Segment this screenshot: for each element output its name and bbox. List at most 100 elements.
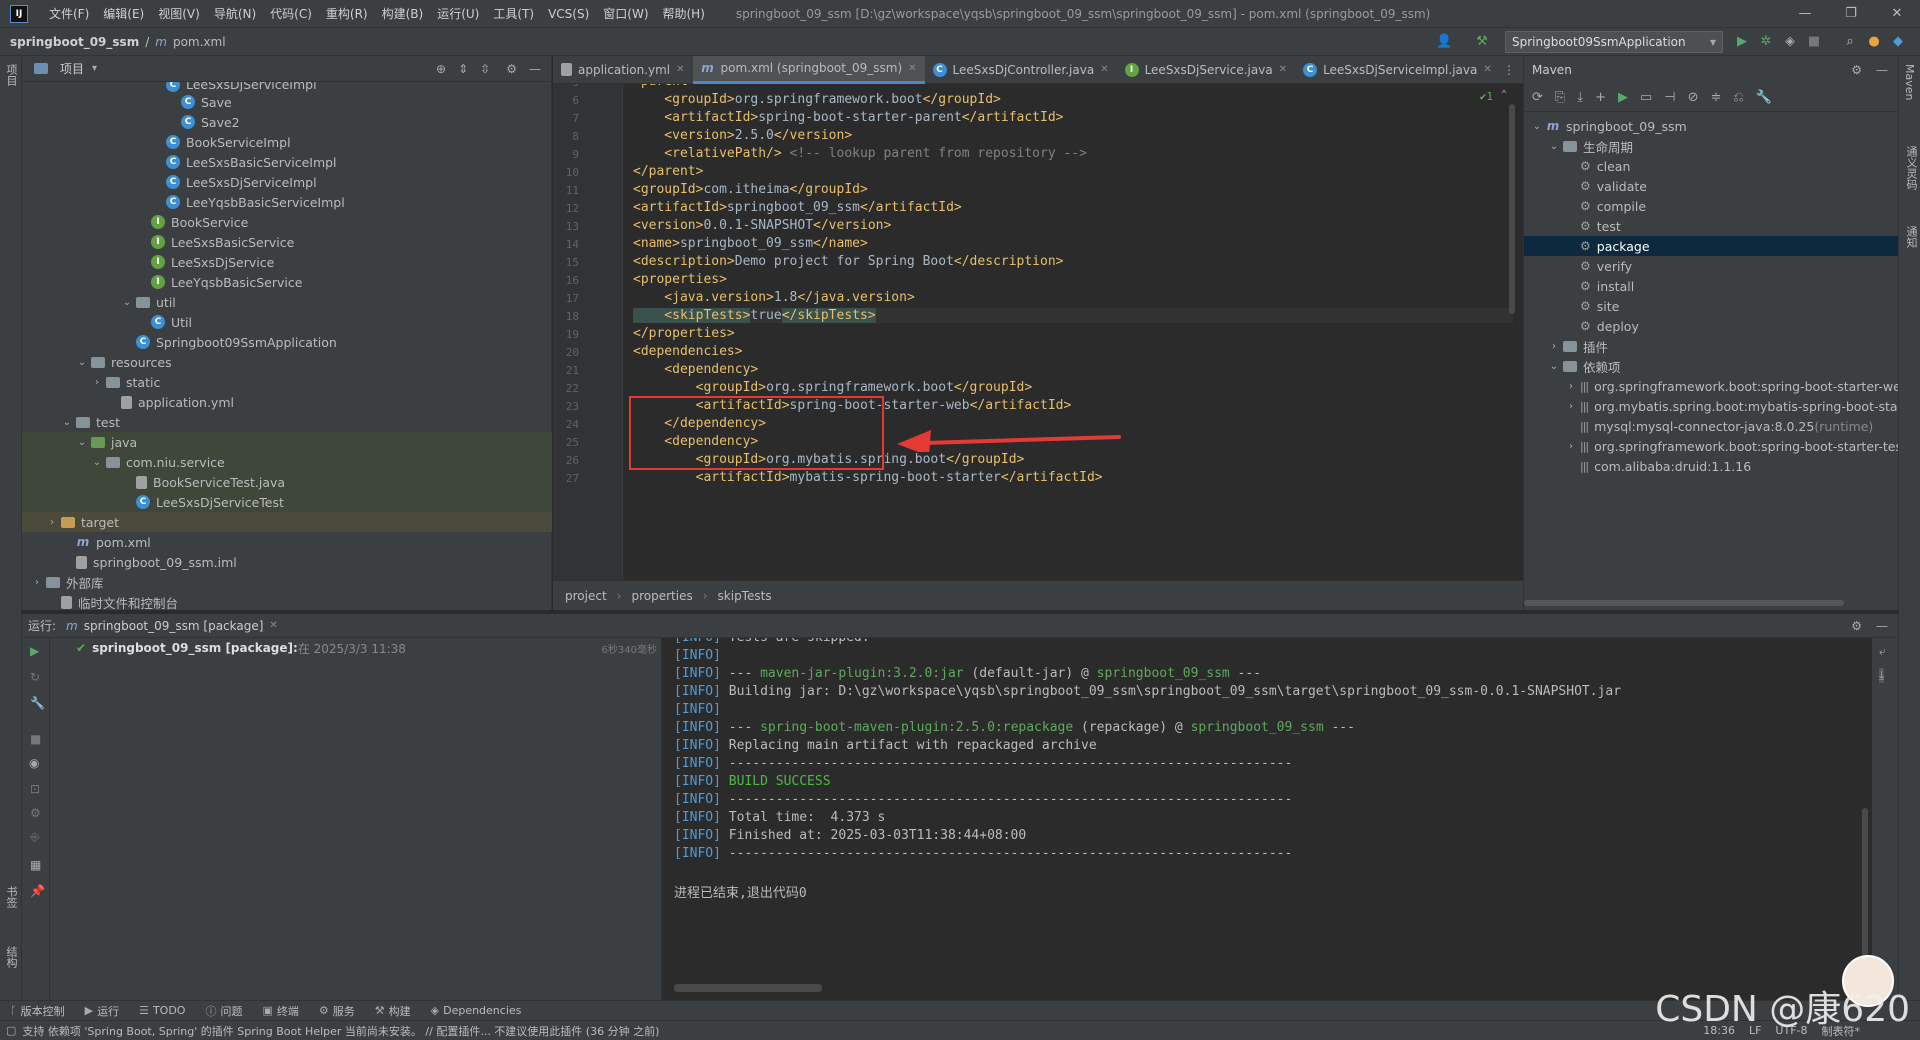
code-line[interactable]: <groupId>com.itheima</groupId>	[633, 182, 868, 197]
project-tree-item[interactable]: › static	[22, 372, 552, 392]
editor-tab[interactable]: C LeeSxsDjController.java ✕	[925, 56, 1117, 84]
close-tab-icon[interactable]: ✕	[908, 63, 916, 74]
stop-icon[interactable]: ■	[1806, 34, 1822, 50]
maven-tool-button[interactable]: Maven	[1903, 64, 1916, 100]
breadcrumb-item[interactable]: properties	[631, 589, 692, 603]
chevron-right-icon[interactable]: ›	[1564, 381, 1578, 392]
wrench-icon[interactable]: 🔧	[1756, 90, 1772, 105]
skip-tests-icon[interactable]: ⊣	[1664, 90, 1675, 105]
close-tab-icon[interactable]: ✕	[1279, 64, 1287, 75]
chevron-down-icon[interactable]: ⌄	[120, 297, 134, 308]
layout-icon[interactable]: ▦	[30, 858, 41, 872]
restore-icon[interactable]: ❐	[1828, 6, 1874, 21]
maven-tree-item[interactable]: ⚙ verify	[1524, 256, 1898, 276]
maven-tree-item[interactable]: ⚙ compile	[1524, 196, 1898, 216]
gear-icon[interactable]: ⚙	[506, 62, 517, 76]
project-panel-title[interactable]: 项目	[60, 60, 84, 77]
close-icon[interactable]: ✕	[269, 620, 277, 631]
project-tree-item[interactable]: springboot_09_ssm.iml	[22, 552, 552, 572]
hide-panel-icon[interactable]: —	[529, 62, 541, 76]
code-editor[interactable]: 5 6 7 8 9 10 11 12 13 14 15 16 17 18 19 20 21 22 23 24 25 26 2…	[553, 84, 1523, 580]
project-tree-item[interactable]: ⌄ util	[22, 292, 552, 312]
project-tree-item[interactable]: application.yml	[22, 392, 552, 412]
code-line[interactable]: <version>0.0.1-SNAPSHOT</version>	[633, 218, 891, 233]
run-configuration-select[interactable]: Springboot09SsmApplication ▾	[1505, 31, 1723, 53]
code-line[interactable]: <relativePath/> <!-- lookup parent from …	[633, 146, 1087, 161]
project-tree-item[interactable]: I LeeSxsBasicService	[22, 232, 552, 252]
camera-icon[interactable]: ⊡	[30, 782, 40, 796]
bottom-tab[interactable]: ⚒ 构建	[365, 1003, 421, 1019]
minimize-icon[interactable]: —	[1782, 6, 1828, 21]
ai-assistant-tool-button[interactable]: 通义灵码	[1903, 146, 1919, 190]
bottom-tab[interactable]: ⓘ 问题	[195, 1003, 252, 1019]
breadcrumb-item[interactable]: skipTests	[718, 589, 772, 603]
gear-icon[interactable]: ⚙	[30, 806, 41, 820]
rerun-failed-icon[interactable]: ↻	[30, 670, 40, 684]
stop-icon[interactable]: ■	[30, 732, 41, 746]
code-line[interactable]: <parent>	[633, 84, 696, 89]
locate-icon[interactable]: ⊕	[436, 62, 446, 76]
more-tabs-icon[interactable]: ⋮	[1503, 63, 1515, 77]
editor-tab[interactable]: application.yml ✕	[553, 56, 693, 84]
code-line[interactable]: <artifactId>springboot_09_ssm</artifactI…	[633, 200, 962, 215]
chevron-right-icon[interactable]: ›	[1564, 401, 1578, 412]
code-line[interactable]: <dependencies>	[633, 344, 743, 359]
collapse-icon[interactable]: ≑	[1711, 90, 1722, 105]
chevron-up-icon[interactable]: ⌃	[1501, 89, 1507, 100]
code-line[interactable]: </parent>	[633, 164, 703, 179]
project-tree-item[interactable]: I LeeSxsDjService	[22, 252, 552, 272]
chevron-right-icon[interactable]: ›	[30, 577, 44, 588]
bottom-tab[interactable]: ◈ Dependencies	[421, 1004, 532, 1017]
expand-all-icon[interactable]: ⇕	[458, 62, 468, 76]
menu-item[interactable]: 窗口(W)	[596, 0, 655, 28]
hide-panel-icon[interactable]: —	[1876, 63, 1888, 77]
project-tree-item[interactable]: I BookService	[22, 212, 552, 232]
soft-wrap-icon[interactable]: ⤶	[1879, 644, 1886, 659]
generate-sources-icon[interactable]: ⎘	[1555, 90, 1565, 105]
code-line[interactable]: </properties>	[633, 326, 735, 341]
chevron-right-icon[interactable]: ›	[90, 377, 104, 388]
chevron-down-icon[interactable]: ⌄	[60, 417, 74, 428]
project-tree-item[interactable]: C Save	[22, 92, 552, 112]
project-tree-item[interactable]: › 外部库	[22, 572, 552, 592]
code-line[interactable]: <groupId>org.springframework.boot</group…	[633, 380, 1033, 395]
bottom-tab[interactable]: ▶ 运行	[75, 1003, 129, 1019]
code-line[interactable]: <groupId>org.springframework.boot</group…	[633, 92, 1001, 107]
maven-tree-item[interactable]: › ||| org.mybatis.spring.boot:mybatis-spri…	[1524, 396, 1898, 416]
plugin-icon[interactable]: ◆	[1890, 34, 1906, 50]
maven-tree-item[interactable]: ⚙ package	[1524, 236, 1898, 256]
menu-item[interactable]: 重构(R)	[319, 0, 375, 28]
menu-item[interactable]: 导航(N)	[207, 0, 263, 28]
wrench-icon[interactable]: 🔧	[30, 696, 45, 710]
chevron-down-icon[interactable]: ⌄	[75, 437, 89, 448]
editor-tab[interactable]: I LeeSxsDjService.java ✕	[1117, 56, 1295, 84]
add-icon[interactable]: +	[1595, 90, 1606, 105]
project-tree-item[interactable]: ⌄ test	[22, 412, 552, 432]
update-icon[interactable]: ●	[1866, 34, 1882, 50]
gear-icon[interactable]: ⚙	[1851, 619, 1862, 633]
bottom-tab[interactable]: ▣ 终端	[252, 1003, 308, 1019]
project-tree-item[interactable]: m pom.xml	[22, 532, 552, 552]
project-tree-item[interactable]: 临时文件和控制台	[22, 592, 552, 612]
project-tree-item[interactable]: › target	[22, 512, 552, 532]
maven-tree-item[interactable]: ⚙ test	[1524, 216, 1898, 236]
project-tree-item[interactable]: I LeeYqsbBasicService	[22, 272, 552, 292]
editor-tab[interactable]: C LeeSxsDjServiceImpl.java ✕	[1295, 56, 1500, 84]
chevron-down-icon[interactable]: ⌄	[90, 457, 104, 468]
chevron-down-icon[interactable]: ⌄	[1547, 141, 1561, 152]
code-line[interactable]: <java.version>1.8</java.version>	[633, 290, 914, 305]
show-dependencies-icon[interactable]: ⎌	[1733, 90, 1743, 105]
menu-item[interactable]: 视图(V)	[151, 0, 207, 28]
cancel-icon[interactable]: ⊘	[1688, 90, 1699, 105]
debug-icon[interactable]: ✲	[1758, 34, 1774, 50]
console-vscrollbar[interactable]	[1862, 808, 1868, 968]
bottom-tab[interactable]: ᚴ 版本控制	[0, 1003, 75, 1019]
close-icon[interactable]: ✕	[1874, 6, 1920, 21]
run-icon[interactable]: ▶	[1618, 90, 1628, 105]
breadcrumb-item[interactable]: project	[565, 589, 607, 603]
toggle-offline-icon[interactable]: ▭	[1640, 90, 1652, 105]
maven-scrollbar[interactable]	[1524, 600, 1844, 606]
editor-tab[interactable]: m pom.xml (springboot_09_ssm) ✕	[692, 55, 925, 84]
maven-tree-item[interactable]: ||| mysql:mysql-connector-java:8.0.25 (ru…	[1524, 416, 1898, 436]
structure-tool-button[interactable]: 结构	[3, 946, 19, 968]
